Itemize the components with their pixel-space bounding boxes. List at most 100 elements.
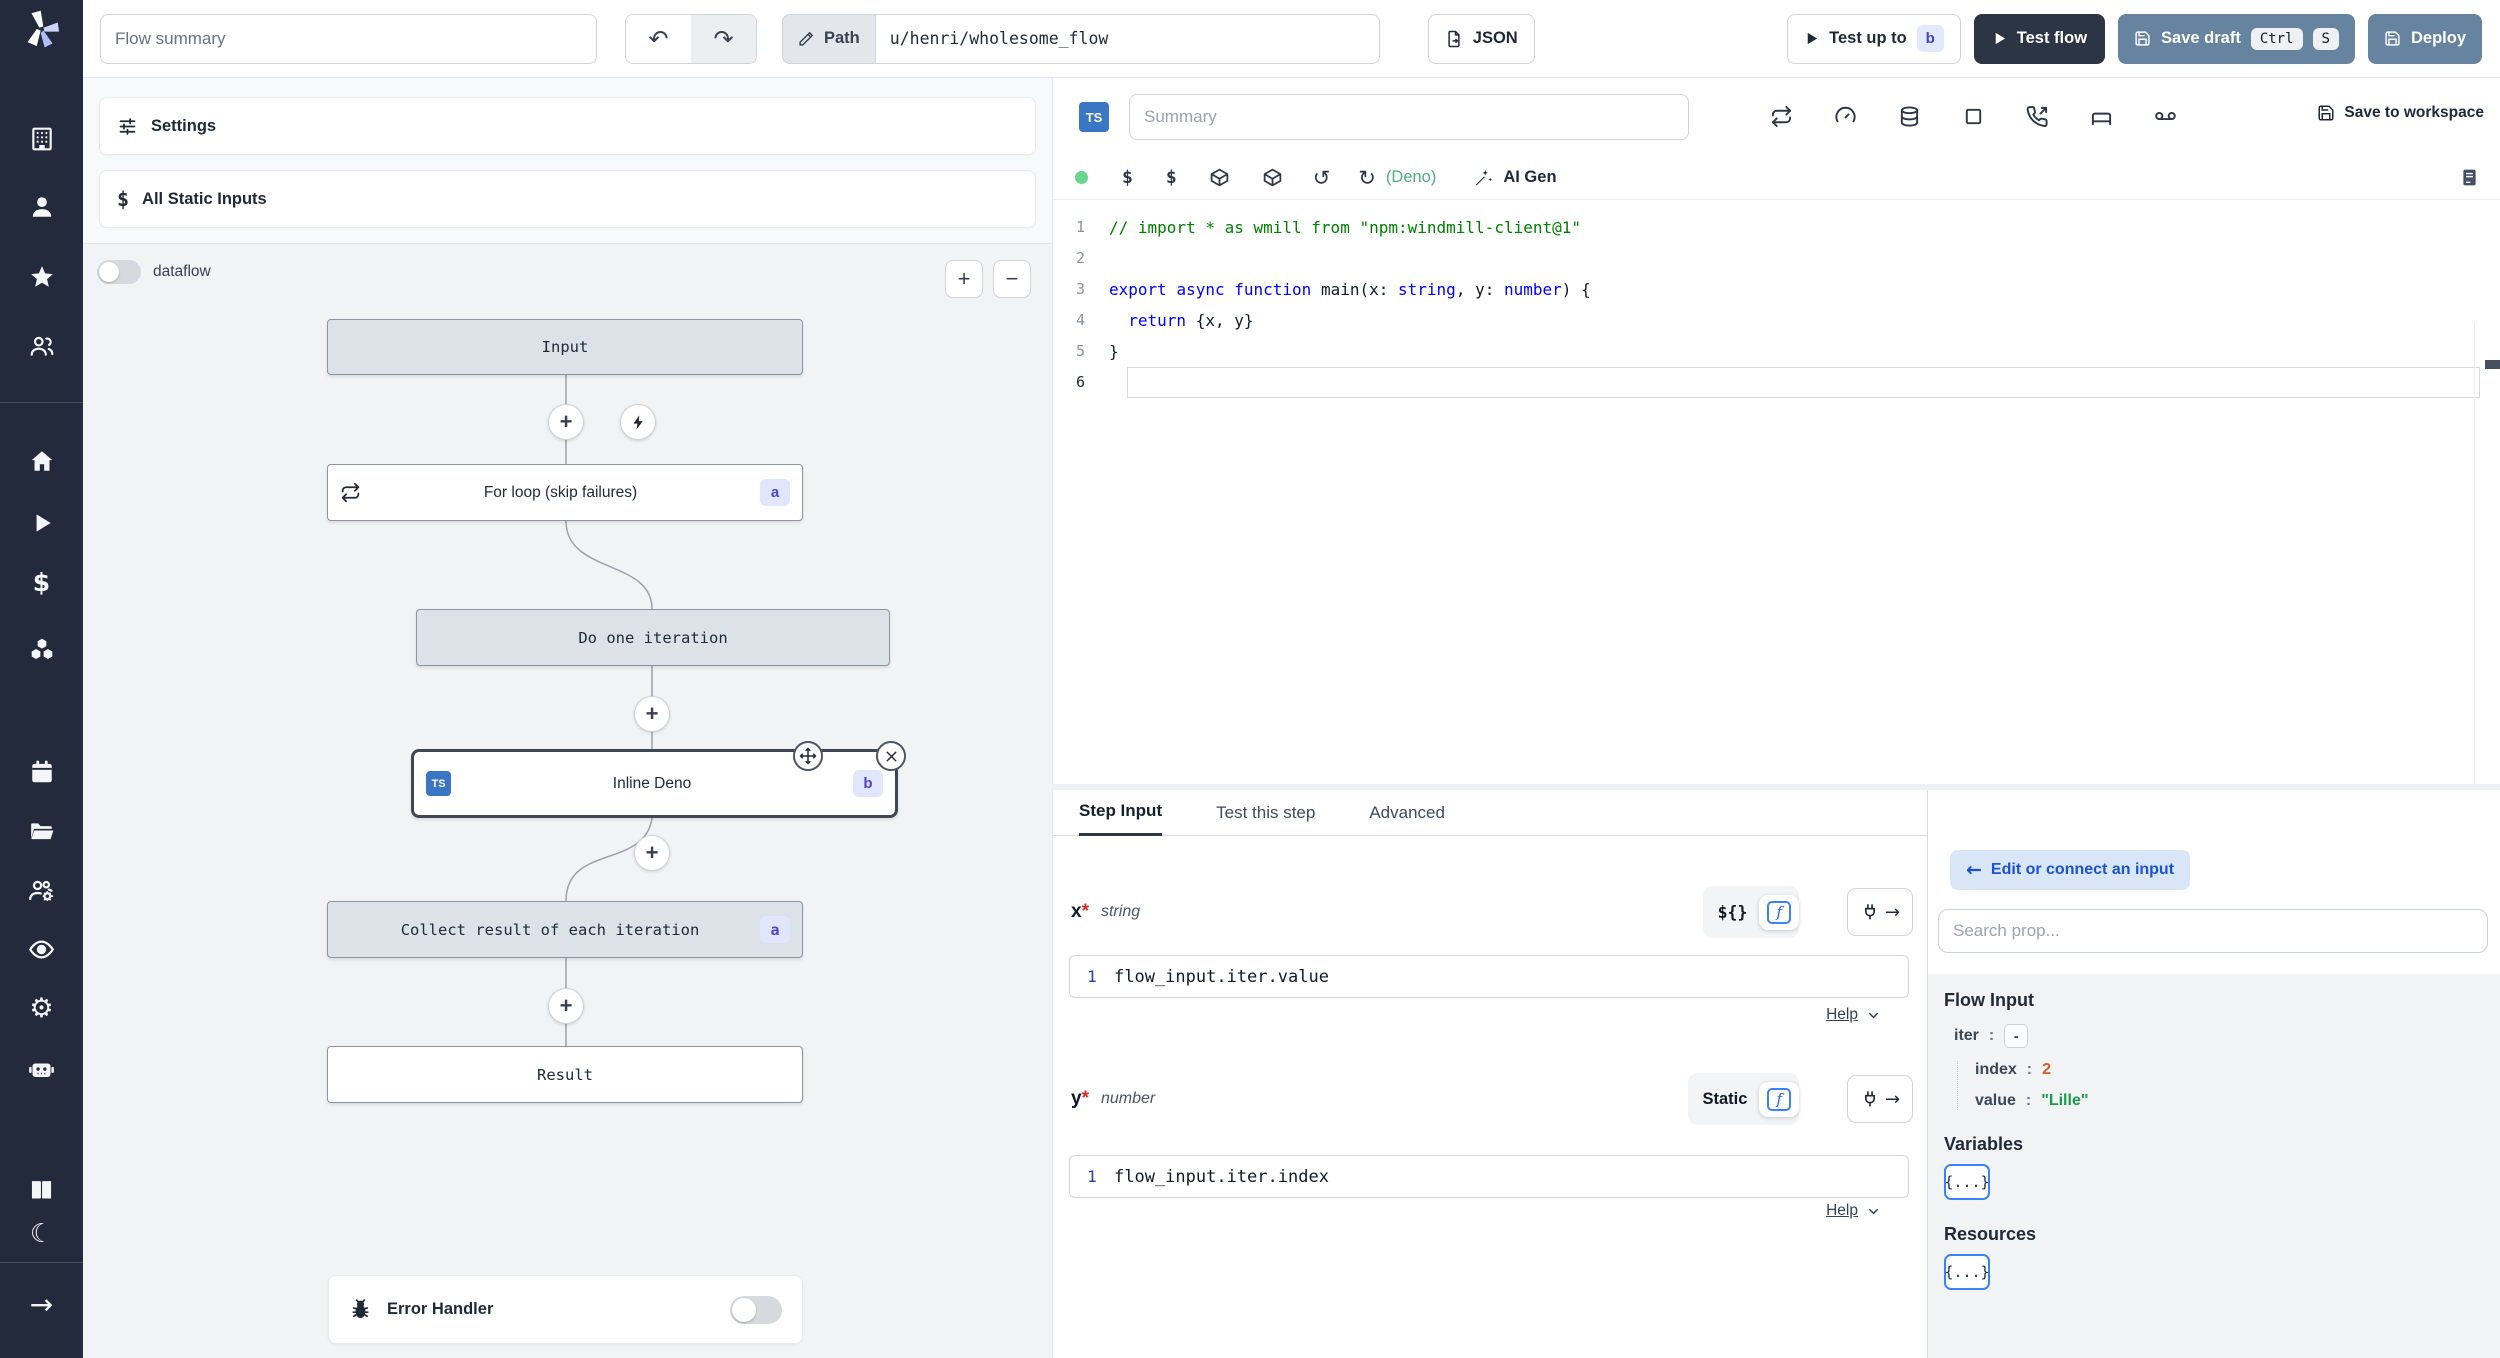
node-for-loop[interactable]: For loop (skip failures) a — [327, 464, 803, 521]
folders-icon[interactable] — [0, 818, 83, 844]
delete-step-button[interactable] — [876, 741, 906, 771]
node-collect-result[interactable]: Collect result of each iteration a — [327, 901, 803, 958]
save-icon — [2384, 30, 2401, 47]
y-expression-input[interactable]: 1 flow_input.iter.index — [1069, 1155, 1909, 1198]
json-button[interactable]: JSON — [1427, 13, 1535, 64]
code-line[interactable]: 6 — [1053, 367, 2500, 398]
tab-step-input[interactable]: Step Input — [1079, 801, 1163, 836]
scrollbar-track[interactable] — [2474, 322, 2475, 784]
node-inline-deno-selected[interactable]: TS Inline Deno b — [411, 749, 898, 818]
prop-iter-value[interactable]: value : "Lille" — [1975, 1092, 2484, 1110]
expand-sidebar-arrow-icon[interactable]: → — [0, 1288, 83, 1321]
resources-boxes-icon[interactable] — [0, 636, 83, 662]
flow-graph-canvas[interactable]: dataflow + − Input + For loop (skip fail… — [83, 244, 1052, 1358]
ai-gen-button[interactable]: AI Gen — [1474, 168, 1557, 188]
save-to-workspace-button[interactable]: Save to workspace — [2317, 104, 2484, 122]
collapse-button[interactable]: - — [2004, 1024, 2029, 1048]
javascript-expression-chip[interactable]: f — [1759, 894, 1799, 930]
dataflow-toggle[interactable] — [97, 260, 141, 284]
suspend-phone-incoming-icon[interactable] — [2026, 105, 2049, 128]
package-icon[interactable] — [1262, 167, 1283, 188]
redo-button[interactable]: ↷ — [691, 14, 756, 63]
code-editor[interactable]: 1// import * as wmill from "npm:windmill… — [1053, 200, 2500, 784]
x-connect-plug-button[interactable]: → — [1847, 888, 1913, 936]
x-expression-input[interactable]: 1 flow_input.iter.value — [1069, 955, 1909, 998]
add-step-button[interactable]: + — [548, 988, 584, 1024]
runs-play-icon[interactable] — [0, 510, 83, 536]
path-edit-button[interactable]: Path — [782, 13, 875, 64]
test-up-to-button[interactable]: Test up to b — [1787, 13, 1961, 64]
add-step-button[interactable]: + — [548, 404, 584, 440]
node-result[interactable]: Result — [327, 1046, 803, 1103]
sleep-bed-icon[interactable] — [2090, 105, 2113, 128]
add-trigger-button[interactable] — [620, 404, 656, 440]
node-input[interactable]: Input — [327, 319, 803, 375]
early-stop-gauge-icon[interactable] — [1834, 105, 1857, 128]
move-step-handle[interactable] — [793, 741, 823, 771]
zoom-in-button[interactable]: + — [945, 260, 983, 298]
variables-expand-button[interactable]: {...} — [1944, 1164, 1990, 1200]
variables-dollar-icon[interactable]: $ — [0, 568, 83, 597]
code-line[interactable]: 5} — [1053, 336, 2500, 367]
user-icon[interactable] — [0, 194, 83, 220]
tab-test-this-step[interactable]: Test this step — [1216, 803, 1315, 835]
line-number: 5 — [1075, 342, 1085, 360]
field-y-header: y * number Static f → — [1071, 1073, 1913, 1125]
add-step-button[interactable]: + — [634, 696, 670, 732]
dark-mode-moon-icon[interactable]: ☾ — [0, 1219, 83, 1249]
tab-advanced[interactable]: Advanced — [1369, 803, 1445, 835]
x-help-link[interactable]: Help — [1826, 1006, 1881, 1024]
path-input[interactable] — [874, 13, 1380, 64]
reload-refresh-icon[interactable]: ↻ — [1358, 166, 1376, 190]
save-draft-button[interactable]: Save draft Ctrl S — [2118, 13, 2355, 64]
search-prop-input[interactable] — [1938, 909, 2488, 953]
test-flow-button[interactable]: Test flow — [1973, 13, 2106, 64]
library-panel-icon[interactable] — [2459, 167, 2480, 188]
windmill-logo[interactable] — [0, 8, 83, 50]
audit-eye-icon[interactable] — [0, 936, 83, 963]
code-line[interactable]: 3 export async function main(x: string, y… — [1053, 274, 2500, 305]
error-handler-card[interactable]: Error Handler — [328, 1275, 803, 1344]
prop-iter-index[interactable]: index : 2 — [1975, 1061, 2484, 1079]
undo-button[interactable]: ↶ — [626, 14, 691, 63]
cache-database-icon[interactable] — [1898, 105, 1921, 128]
error-handler-toggle[interactable] — [730, 1295, 782, 1324]
robot-icon[interactable] — [0, 1055, 83, 1082]
reset-rotate-ccw-icon[interactable]: ↺ — [1313, 166, 1331, 190]
flow-settings-button[interactable]: Settings — [99, 97, 1036, 155]
mock-square-icon[interactable] — [1962, 105, 1985, 128]
horizontal-resizer[interactable] — [1052, 784, 2500, 790]
add-step-button[interactable]: + — [634, 835, 670, 871]
flow-summary-input[interactable] — [100, 13, 597, 64]
code-line[interactable]: 1// import * as wmill from "npm:windmill… — [1053, 212, 2500, 243]
retries-repeat-icon[interactable] — [1770, 105, 1793, 128]
workspace-building-icon[interactable] — [0, 126, 83, 152]
zoom-out-button[interactable]: − — [993, 260, 1031, 298]
deploy-button[interactable]: Deploy — [2367, 13, 2482, 64]
vars-dollar-icon[interactable]: $ — [1166, 167, 1177, 188]
y-help-link[interactable]: Help — [1826, 1202, 1881, 1220]
assets-dollar-icon[interactable]: $ — [1122, 167, 1133, 188]
all-static-inputs-button[interactable]: $ All Static Inputs — [99, 170, 1036, 228]
edit-or-connect-button[interactable]: ← Edit or connect an input — [1950, 850, 2191, 890]
star-icon[interactable] — [0, 264, 83, 290]
y-connect-plug-button[interactable]: → — [1847, 1075, 1913, 1123]
voicemail-icon[interactable] — [2154, 105, 2177, 128]
resources-expand-button[interactable]: {...} — [1944, 1254, 1990, 1290]
javascript-expression-chip[interactable]: f — [1759, 1081, 1799, 1117]
deno-runtime-label[interactable]: (Deno) — [1386, 168, 1436, 187]
x-mode-toggle[interactable]: ${} f — [1702, 886, 1799, 938]
code-line[interactable]: 2 — [1053, 243, 2500, 274]
step-summary-input[interactable] — [1129, 94, 1689, 140]
docs-book-icon[interactable] — [0, 1176, 83, 1203]
node-do-one-iteration[interactable]: Do one iteration — [416, 609, 890, 666]
settings-gear-icon[interactable]: ⚙ — [0, 993, 83, 1024]
code-line[interactable]: 4 return {x, y} — [1053, 305, 2500, 336]
worker-groups-icon[interactable] — [0, 877, 83, 904]
prop-iter[interactable]: iter : - — [1954, 1024, 2484, 1048]
schedules-calendar-icon[interactable] — [0, 759, 83, 785]
users-icon[interactable] — [0, 333, 83, 359]
y-mode-toggle[interactable]: Static f — [1687, 1073, 1799, 1125]
package-icon[interactable] — [1209, 167, 1230, 188]
home-icon[interactable] — [0, 448, 83, 474]
